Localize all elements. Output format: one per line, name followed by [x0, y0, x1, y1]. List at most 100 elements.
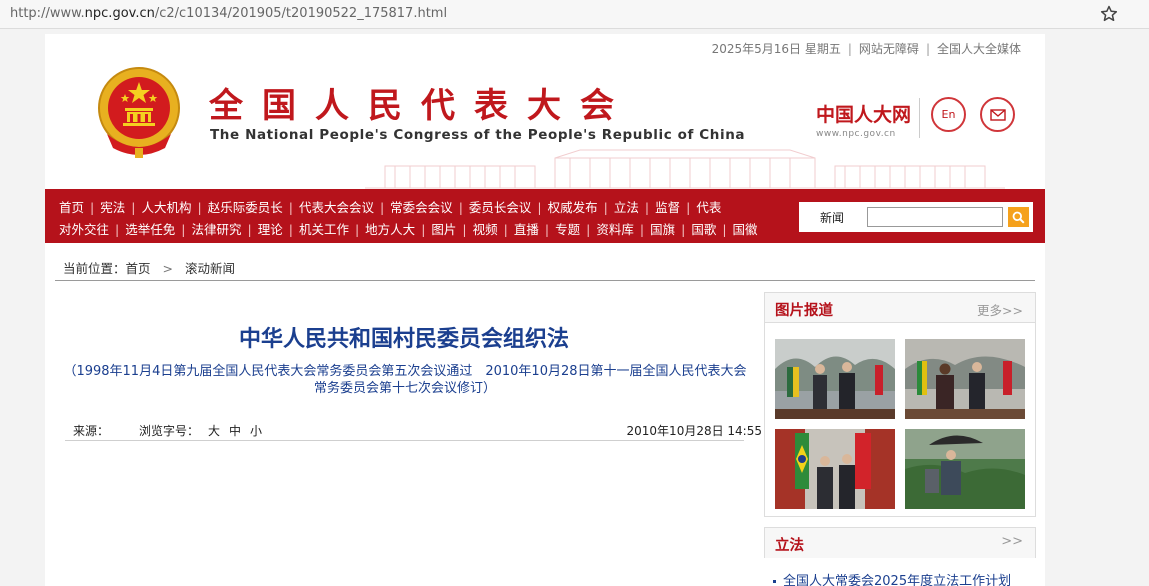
- font-size-label: 浏览字号：: [139, 424, 200, 438]
- nav-row2-item-1[interactable]: 选举任免: [125, 222, 175, 237]
- nav-separator: |: [288, 200, 293, 215]
- bullet-icon: [773, 580, 776, 583]
- nav-row2-item-0[interactable]: 对外交往: [59, 222, 109, 237]
- photo-report-header: 图片报道 更多>>: [765, 293, 1035, 323]
- page-container: 2025年5月16日 星期五 | 网站无障碍 | 全国人大全媒体 全国人民代表大会 Th…: [45, 34, 1045, 586]
- nav-separator: |: [197, 200, 202, 215]
- legislation-header: 立法 >>: [765, 528, 1035, 558]
- nav-separator: |: [462, 222, 467, 237]
- nav-separator: |: [686, 200, 691, 215]
- nav-row1-item-0[interactable]: 首页: [59, 200, 84, 215]
- nav-row1-item-4[interactable]: 代表大会会议: [299, 200, 374, 215]
- site-title: 全国人民代表大会: [209, 86, 633, 126]
- url-domain: npc.gov.cn: [84, 6, 155, 21]
- legislation-news-text: 全国人大常委会2025年度立法工作计划: [783, 574, 1012, 586]
- legislation-title[interactable]: 立法: [775, 534, 804, 555]
- nav-separator: |: [379, 200, 385, 215]
- search-box: 新闻: [799, 202, 1033, 232]
- nav-separator: |: [544, 222, 550, 237]
- search-input[interactable]: [867, 207, 1003, 227]
- nav-separator: |: [639, 222, 645, 237]
- breadcrumb-divider: [55, 280, 1035, 281]
- article-date: 2010年10月28日 14:55: [626, 424, 762, 438]
- nav-row2-item-9[interactable]: 专题: [555, 222, 580, 237]
- nav-separator: |: [503, 222, 508, 237]
- nav-separator: |: [181, 222, 186, 237]
- nav-row1-item-9[interactable]: 监督: [655, 200, 680, 215]
- nav-separator: |: [288, 222, 293, 237]
- nav-separator: |: [586, 222, 591, 237]
- nav-row2-item-11[interactable]: 国旗: [650, 222, 675, 237]
- nav-separator: |: [247, 222, 252, 237]
- nav-separator: |: [354, 222, 360, 237]
- npc-logo-domain: www.npc.gov.cn: [816, 129, 896, 139]
- mail-icon: [989, 108, 1006, 121]
- nav-separator: |: [115, 222, 120, 237]
- browser-address-bar[interactable]: http://www.npc.gov.cn/c2/c10134/201905/t…: [0, 0, 1149, 29]
- breadcrumb: 当前位置：首页 > 滚动新闻: [63, 258, 235, 277]
- nav-row1-item-1[interactable]: 宪法: [100, 200, 125, 215]
- national-emblem-icon: [98, 67, 180, 158]
- photo-thumbnail-1[interactable]: [775, 339, 895, 419]
- photo-thumbnail-3[interactable]: [775, 429, 895, 509]
- breadcrumb-home[interactable]: 当前位置：首页: [63, 261, 151, 276]
- font-size-small[interactable]: 小: [250, 424, 262, 438]
- nav-separator: |: [644, 200, 650, 215]
- breadcrumb-arrow-icon: >: [162, 261, 173, 276]
- nav-row2-item-3[interactable]: 理论: [258, 222, 283, 237]
- nav-row2-item-2[interactable]: 法律研究: [191, 222, 241, 237]
- english-label: En: [941, 108, 956, 121]
- photo-thumbnail-4[interactable]: [905, 429, 1025, 509]
- nav-row2-item-6[interactable]: 图片: [431, 222, 456, 237]
- search-icon: [1012, 211, 1025, 224]
- url-prefix: http://www.: [10, 6, 85, 21]
- nav-row2-item-4[interactable]: 机关工作: [299, 222, 349, 237]
- nav-separator: |: [131, 200, 136, 215]
- url-path: /c2/c10134/201905/t20190522_175817.html: [154, 6, 448, 21]
- nav-row-secondary: 对外交往 | 选举任免 | 法律研究 | 理论 | 机关工作 | 地方人大 | 图片 | 视频 | 直播 | 专题 |…: [59, 219, 758, 238]
- media-link[interactable]: 全国人大全媒体: [937, 42, 1021, 56]
- search-category-label[interactable]: 新闻: [820, 209, 844, 226]
- font-size-control: 浏览字号： 大中小: [139, 422, 262, 439]
- nav-separator: |: [722, 222, 727, 237]
- header-divider: [919, 98, 920, 138]
- npc-site-logo[interactable]: 中国人大网 www.npc.gov.cn: [816, 100, 914, 139]
- current-date: 2025年5月16日 星期五: [711, 42, 841, 56]
- nav-row2-item-5[interactable]: 地方人大: [365, 222, 415, 237]
- breadcrumb-current[interactable]: 滚动新闻: [185, 261, 235, 276]
- nav-row1-item-5[interactable]: 常委会会议: [390, 200, 453, 215]
- nav-row2-item-13[interactable]: 国徽: [733, 222, 758, 237]
- photo-report-title[interactable]: 图片报道: [775, 299, 833, 320]
- legislation-panel: 立法 >>: [764, 527, 1036, 558]
- bookmark-star-icon[interactable]: [1098, 3, 1120, 25]
- nav-row1-item-3[interactable]: 赵乐际委员长: [208, 200, 283, 215]
- nav-row1-item-8[interactable]: 立法: [614, 200, 639, 215]
- photo-more-link[interactable]: 更多>>: [977, 300, 1023, 319]
- search-button[interactable]: [1008, 207, 1029, 227]
- email-button[interactable]: [980, 97, 1015, 132]
- font-size-large[interactable]: 大: [208, 424, 220, 438]
- nav-row2-item-12[interactable]: 国歌: [691, 222, 716, 237]
- nav-row1-item-2[interactable]: 人大机构: [141, 200, 191, 215]
- nav-separator: |: [681, 222, 686, 237]
- nav-separator: |: [90, 200, 95, 215]
- nav-separator: |: [421, 222, 426, 237]
- great-hall-illustration: [365, 149, 1005, 189]
- nav-row1-item-7[interactable]: 权威发布: [548, 200, 598, 215]
- photo-thumbnail-2[interactable]: [905, 339, 1025, 419]
- nav-separator: |: [537, 200, 542, 215]
- english-site-button[interactable]: En: [931, 97, 966, 132]
- site-subtitle: The National People's Congress of the Pe…: [210, 127, 746, 143]
- nav-row2-item-7[interactable]: 视频: [473, 222, 498, 237]
- nav-row2-item-10[interactable]: 资料库: [596, 222, 634, 237]
- nav-row1-item-6[interactable]: 委员长会议: [469, 200, 532, 215]
- article-source: 来源：: [73, 424, 110, 438]
- nav-row1-item-10[interactable]: 代表: [696, 200, 721, 215]
- url-text[interactable]: http://www.npc.gov.cn/c2/c10134/201905/t…: [10, 6, 447, 21]
- legislation-news-item[interactable]: 全国人大常委会2025年度立法工作计划: [773, 570, 1011, 586]
- nav-row2-item-8[interactable]: 直播: [514, 222, 539, 237]
- font-size-medium[interactable]: 中: [229, 424, 241, 438]
- accessibility-link[interactable]: 网站无障碍: [859, 42, 919, 56]
- article-subtitle: （1998年11月4日第九届全国人民代表大会常务委员会第五次会议通过 2010年…: [63, 364, 747, 396]
- legislation-more-link[interactable]: >>: [1001, 534, 1023, 549]
